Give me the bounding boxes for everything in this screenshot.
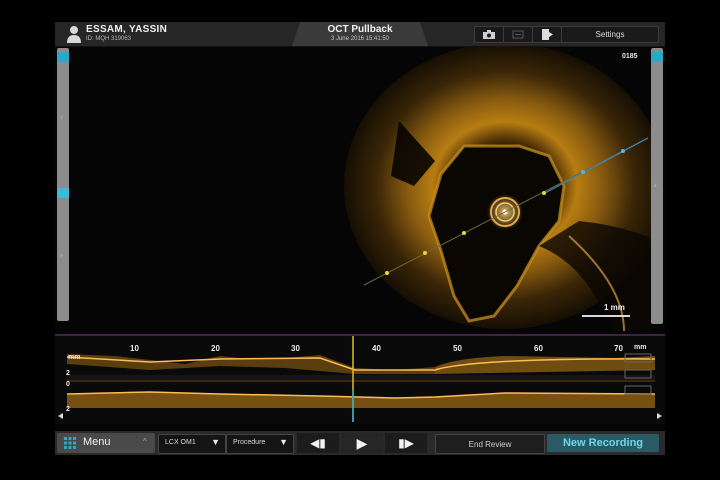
new-recording-label: New Recording xyxy=(562,437,644,449)
scale-bar xyxy=(582,315,630,317)
left-tool-rail[interactable]: › › xyxy=(57,48,69,321)
step-forward-icon: ▮▶ xyxy=(398,436,414,450)
next-frame-button[interactable]: ▮▶ xyxy=(385,433,427,453)
end-review-label: End Review xyxy=(468,439,512,449)
measure-point[interactable] xyxy=(423,251,427,255)
measure-point[interactable] xyxy=(462,231,466,235)
play-icon: ▶ xyxy=(356,434,368,451)
caliper-tool-icon[interactable] xyxy=(651,52,663,62)
tick-label-70: 70 xyxy=(614,344,623,353)
patient-name: ESSAM, YASSIN xyxy=(86,24,168,35)
unit-label-right: mm xyxy=(634,344,647,351)
procedure-select-label: Procedure xyxy=(233,439,266,446)
pen-tool-icon[interactable] xyxy=(57,52,69,62)
measure-point[interactable] xyxy=(542,191,546,195)
oct-review-screen: ESSAM, YASSIN ID: MQH 319063 OCT Pullbac… xyxy=(55,22,665,455)
scroll-right-arrow-icon[interactable] xyxy=(657,413,662,419)
scroll-left-arrow-icon[interactable] xyxy=(58,413,63,419)
measure-point[interactable] xyxy=(385,271,389,275)
menu-label: Menu xyxy=(83,436,111,448)
export-icon xyxy=(542,29,553,40)
vessel-select-label: LCX OM1 xyxy=(165,439,196,446)
camera-icon xyxy=(483,30,495,39)
depth-label-0: 2 xyxy=(66,370,70,377)
chevron-right-icon[interactable]: › xyxy=(60,112,63,122)
patient-id: ID: MQH 319063 xyxy=(86,36,132,42)
depth-label-2: 2 xyxy=(66,406,70,413)
snapshot-button[interactable] xyxy=(474,26,504,43)
chevron-left-icon[interactable]: ‹ xyxy=(654,180,657,190)
end-review-button[interactable]: End Review xyxy=(435,434,545,454)
previous-frame-button[interactable]: ◀▮ xyxy=(297,433,339,453)
chevron-right-icon-2[interactable]: › xyxy=(60,250,63,260)
right-tool-rail[interactable]: ‹ xyxy=(651,48,663,324)
measure-point-blue[interactable] xyxy=(581,170,585,174)
tick-label-30: 30 xyxy=(291,344,300,353)
chevron-down-icon: ▼ xyxy=(211,437,220,447)
title-tab: OCT Pullback 3 June 2016 15:41:50 xyxy=(292,22,428,46)
tick-label-40: 40 xyxy=(372,344,381,353)
vessel-select[interactable]: LCX OM1 ▼ xyxy=(158,434,226,454)
export-button[interactable] xyxy=(532,26,562,43)
settings-label: Settings xyxy=(595,30,625,39)
measure-point-blue[interactable] xyxy=(621,149,625,153)
play-button[interactable]: ▶ xyxy=(341,433,383,453)
tick-label-10: 10 xyxy=(130,344,139,353)
bottom-toolbar: Menu ^ LCX OM1 ▼ Procedure ▼ ◀▮ ▶ ▮▶ End… xyxy=(55,431,665,455)
play-control[interactable] xyxy=(624,385,652,395)
settings-button[interactable]: Settings xyxy=(561,26,659,43)
patient-avatar-icon xyxy=(67,26,81,43)
longitudinal-image[interactable] xyxy=(55,334,665,424)
bookmark-button[interactable] xyxy=(503,26,533,43)
bookmark-icon xyxy=(512,30,524,39)
header-bar: ESSAM, YASSIN ID: MQH 319063 OCT Pullbac… xyxy=(55,22,665,47)
new-recording-button[interactable]: New Recording xyxy=(547,434,659,452)
scale-label: 1 mm xyxy=(604,303,625,312)
unit-label-left: mm xyxy=(68,354,81,361)
tick-label-60: 60 xyxy=(534,344,543,353)
recording-date: 3 June 2016 15:41:50 xyxy=(330,36,390,42)
marker-tool-icon[interactable] xyxy=(57,188,69,198)
step-back-icon: ◀▮ xyxy=(310,436,326,450)
procedure-select[interactable]: Procedure ▼ xyxy=(226,434,294,454)
oct-cross-section-view[interactable] xyxy=(69,46,651,331)
page-title: OCT Pullback xyxy=(327,24,393,35)
frame-number: 0185 xyxy=(622,53,638,60)
chevron-up-icon: ^ xyxy=(143,437,147,446)
chevron-down-icon-2: ▼ xyxy=(279,437,288,447)
menu-button[interactable]: Menu ^ xyxy=(57,433,155,453)
grid-menu-icon xyxy=(64,437,76,449)
tick-label-20: 20 xyxy=(211,344,220,353)
tick-label-50: 50 xyxy=(453,344,462,353)
longitudinal-view[interactable]: mm mm 2 0 2 10 20 30 40 50 60 70 xyxy=(55,334,665,424)
depth-label-1: 0 xyxy=(66,381,70,388)
